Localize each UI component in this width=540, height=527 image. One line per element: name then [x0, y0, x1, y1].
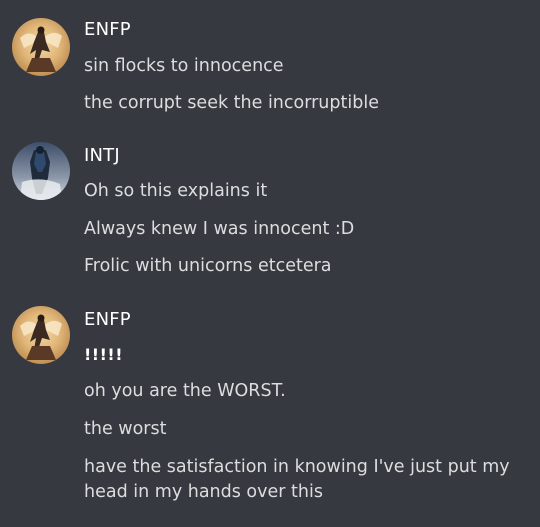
message-text: Frolic with unicorns etcetera [84, 256, 332, 276]
message-text: Always knew I was innocent :D [84, 219, 355, 239]
message-text: oh you are the WORST. [84, 381, 286, 401]
message-text: the worst [84, 419, 167, 439]
chat-log: ENFP sin flocks to innocence the corrupt… [0, 0, 540, 527]
enfp-avatar-icon[interactable] [12, 306, 70, 364]
author-name[interactable]: ENFP [84, 309, 131, 330]
author-name[interactable]: ENFP [84, 19, 131, 40]
enfp-avatar-icon[interactable] [12, 18, 70, 76]
message-text: !!!!! [84, 345, 123, 364]
message-text: Oh so this explains it [84, 181, 268, 201]
message-text: have the satisfaction in knowing I've ju… [84, 457, 510, 502]
author-name[interactable]: INTJ [84, 145, 120, 166]
message-text: sin flocks to innocence [84, 56, 284, 76]
message-text: the corrupt seek the incorruptible [84, 93, 379, 113]
intj-avatar-icon[interactable] [12, 142, 70, 200]
